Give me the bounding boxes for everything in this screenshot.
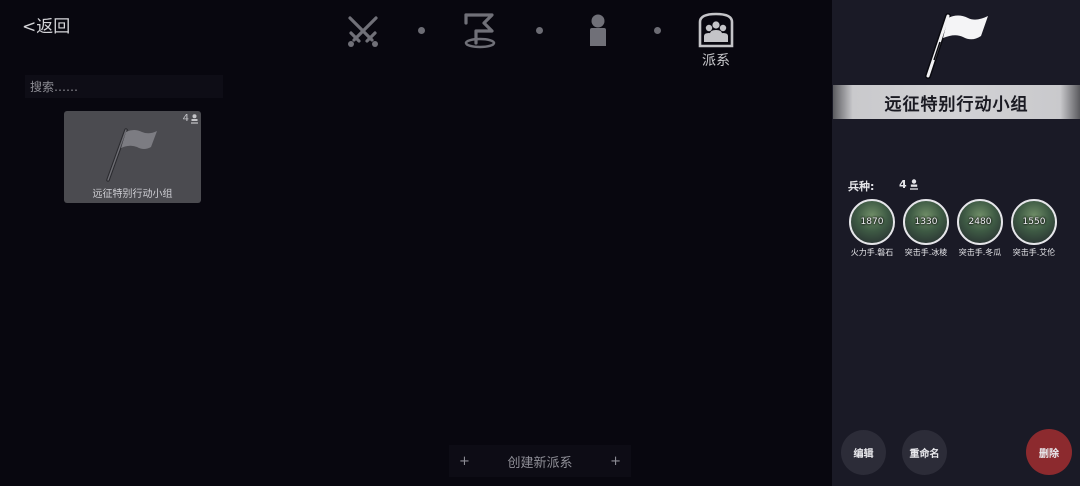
soldier-item[interactable]: 1870 火力手.磐石 bbox=[849, 199, 895, 258]
soldier-name: 突击手.艾伦 bbox=[1012, 248, 1056, 257]
troop-count: 4 bbox=[899, 178, 918, 191]
edit-button[interactable]: 编辑 bbox=[841, 430, 886, 475]
person-icon bbox=[590, 14, 606, 46]
tab-character[interactable] bbox=[588, 13, 608, 47]
soldier-avatar: 1870 bbox=[849, 199, 895, 245]
tab-faction-label: 派系 bbox=[702, 53, 730, 69]
soldier-list: 1870 火力手.磐石 1330 突击手.冰棱 2480 突击手.冬瓜 1550… bbox=[849, 199, 1057, 258]
tab-faction[interactable]: 派系 bbox=[697, 12, 735, 70]
plus-icon: + bbox=[459, 453, 470, 469]
faction-card[interactable]: 4 远征特别行动小组 bbox=[64, 111, 201, 203]
faction-title: 远征特别行动小组 bbox=[833, 85, 1080, 119]
soldier-name: 火力手.磐石 bbox=[850, 248, 894, 257]
rename-button[interactable]: 重命名 bbox=[902, 430, 947, 475]
card-count-value: 4 bbox=[182, 113, 189, 124]
soldier-item[interactable]: 1550 突击手.艾伦 bbox=[1011, 199, 1057, 258]
nav-separator-dot bbox=[536, 27, 543, 34]
swords-icon bbox=[348, 16, 378, 47]
troop-label: 兵种: bbox=[848, 180, 875, 193]
soldier-avatar: 1330 bbox=[903, 199, 949, 245]
soldier-power: 2480 bbox=[968, 217, 992, 227]
troop-count-value: 4 bbox=[899, 178, 907, 191]
create-faction-label: 创建新派系 bbox=[507, 455, 573, 471]
search-input[interactable] bbox=[25, 75, 223, 98]
soldier-power: 1550 bbox=[1022, 217, 1046, 227]
top-nav: 派系 bbox=[0, 0, 832, 80]
person-small-icon bbox=[191, 113, 198, 124]
tab-flag[interactable] bbox=[462, 12, 498, 50]
nav-separator-dot bbox=[654, 27, 661, 34]
soldier-item[interactable]: 1330 突击手.冰棱 bbox=[903, 199, 949, 258]
card-name: 远征特别行动小组 bbox=[92, 189, 173, 200]
soldier-name: 突击手.冬瓜 bbox=[958, 248, 1002, 257]
soldier-item[interactable]: 2480 突击手.冬瓜 bbox=[957, 199, 1003, 258]
flag-icon bbox=[106, 128, 157, 182]
create-faction-button[interactable]: + 创建新派系 + bbox=[449, 445, 631, 477]
delete-button[interactable]: 删除 bbox=[1026, 429, 1072, 475]
plus-icon: + bbox=[610, 453, 621, 469]
soldier-avatar: 2480 bbox=[957, 199, 1003, 245]
card-member-count: 4 bbox=[183, 113, 198, 124]
nav-separator-dot bbox=[418, 27, 425, 34]
soldier-avatar: 1550 bbox=[1011, 199, 1057, 245]
faction-icon bbox=[698, 12, 734, 48]
faction-detail-panel: 远征特别行动小组 兵种: 4 1870 火力手.磐石 1330 突击手.冰棱 2… bbox=[832, 0, 1080, 486]
soldier-name: 突击手.冰棱 bbox=[904, 248, 948, 257]
person-small-icon bbox=[909, 179, 918, 190]
soldier-power: 1330 bbox=[914, 217, 938, 227]
soldier-power: 1870 bbox=[860, 217, 884, 227]
flag-icon bbox=[464, 13, 496, 49]
tab-battle[interactable] bbox=[345, 13, 381, 49]
flag-icon bbox=[925, 13, 988, 79]
